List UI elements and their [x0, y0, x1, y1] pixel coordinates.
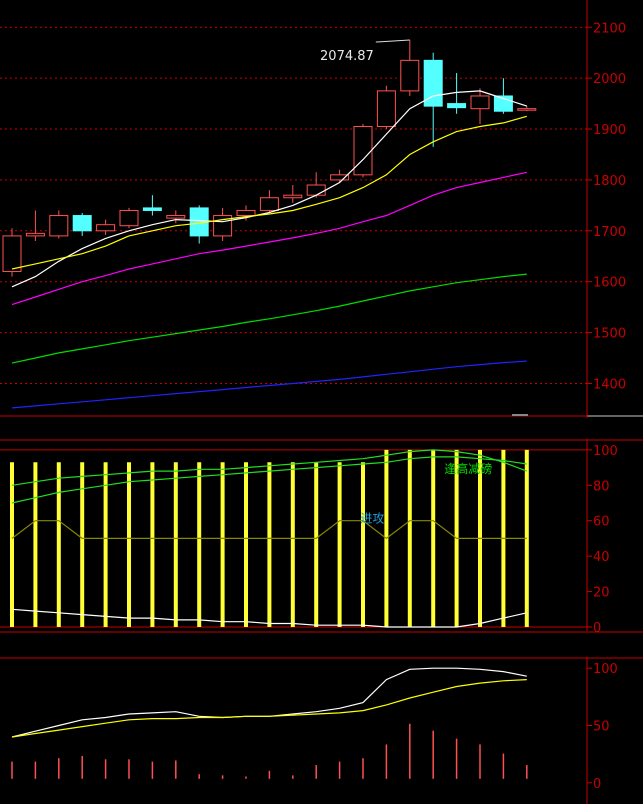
indicator-bar[interactable] — [80, 462, 85, 627]
chart-background — [0, 0, 643, 804]
candle-body-up[interactable] — [236, 209, 256, 217]
candle-body-up[interactable] — [517, 108, 537, 111]
y-tick-label: 40 — [593, 550, 610, 565]
y-tick-label: 0 — [593, 621, 601, 636]
y-tick-label: 1900 — [593, 123, 626, 138]
candle-body-up[interactable] — [470, 95, 490, 110]
y-tick-label: 100 — [593, 662, 618, 677]
attack-label: 进攻 — [360, 511, 384, 525]
y-tick-label: 50 — [593, 719, 610, 734]
candle-body-up[interactable] — [166, 215, 186, 219]
indicator-bar[interactable] — [197, 462, 202, 627]
y-tick-label: 20 — [593, 586, 610, 601]
candle-body-up[interactable] — [2, 235, 22, 273]
candle-body-up[interactable] — [259, 197, 279, 211]
indicator-bar[interactable] — [337, 462, 342, 627]
indicator-bar[interactable] — [361, 462, 365, 627]
candle-body-up[interactable] — [283, 194, 303, 199]
y-tick-label: 60 — [593, 515, 610, 530]
y-tick-label: 1800 — [593, 174, 626, 189]
y-tick-label: 100 — [593, 444, 618, 459]
candle-body-up[interactable] — [376, 90, 396, 127]
y-tick-label: 1400 — [593, 377, 626, 392]
y-tick-label: 1500 — [593, 327, 626, 342]
indicator-bar[interactable] — [220, 462, 225, 627]
y-tick-label: 80 — [593, 479, 610, 494]
signal-label: 逢高减磅 — [444, 461, 492, 476]
indicator-bar[interactable] — [290, 462, 295, 627]
indicator-bar[interactable] — [56, 462, 61, 627]
y-tick-label: 2000 — [593, 72, 626, 87]
candle-body-up[interactable] — [25, 232, 45, 237]
stock-chart: 1400 1500 1600 1700 1800 1900 2000 2100 2074.87 0… — [0, 0, 643, 804]
y-tick-label: 1600 — [593, 276, 626, 291]
indicator-bar[interactable] — [10, 462, 14, 627]
y-tick-label: 0 — [593, 777, 601, 792]
indicator-bar[interactable] — [103, 462, 108, 627]
indicator-bar[interactable] — [267, 462, 272, 627]
indicator-bar[interactable] — [173, 462, 178, 627]
candle-body-up[interactable] — [306, 184, 326, 196]
indicator-bar[interactable] — [244, 462, 248, 627]
indicator-bar[interactable] — [150, 462, 155, 627]
indicator-bar[interactable] — [431, 449, 436, 627]
candle-body-up[interactable] — [96, 224, 116, 232]
scroll-marker — [512, 414, 528, 416]
candle-body-down[interactable] — [447, 103, 467, 109]
candle-body-up[interactable] — [400, 59, 420, 92]
candle-body-up[interactable] — [119, 209, 139, 227]
candle-body-up[interactable] — [49, 215, 69, 237]
indicator-bar[interactable] — [33, 462, 38, 627]
candle-body-down[interactable] — [142, 207, 162, 211]
y-tick-label: 1700 — [593, 225, 626, 240]
y-tick-label: 2100 — [593, 21, 626, 36]
indicator-bar[interactable] — [314, 462, 319, 627]
peak-price-label: 2074.87 — [320, 49, 374, 64]
indicator-bar[interactable] — [407, 449, 412, 627]
candle-body-up[interactable] — [353, 125, 373, 176]
candle-body-down[interactable] — [72, 215, 92, 232]
indicator-bar[interactable] — [127, 462, 131, 627]
